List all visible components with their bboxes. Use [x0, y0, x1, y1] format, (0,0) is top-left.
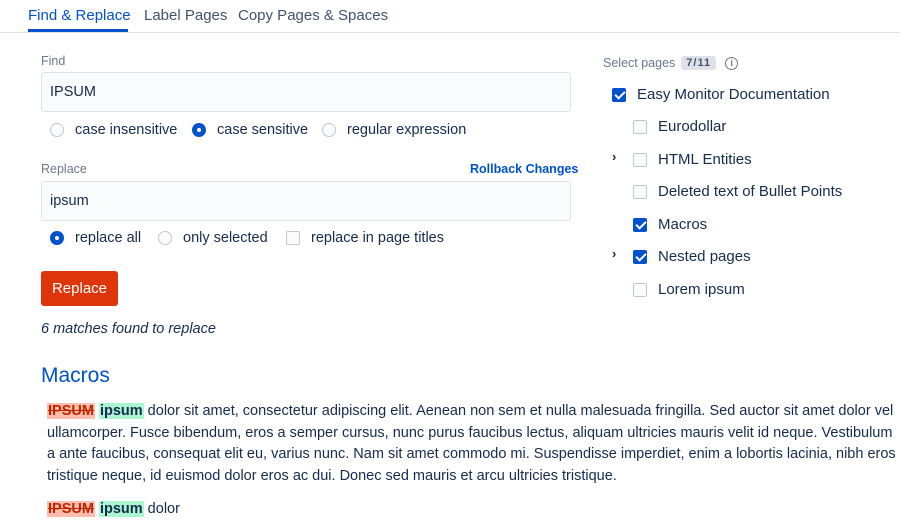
- tab-bar: Find & Replace Label Pages Copy Pages & …: [0, 0, 900, 33]
- replace-label: Replace: [41, 162, 87, 176]
- find-label: Find: [41, 54, 66, 68]
- radio-label: regular expression: [347, 122, 467, 138]
- rollback-changes-link[interactable]: Rollback Changes: [470, 162, 578, 176]
- page-label: Deleted text of Bullet Points: [658, 183, 843, 200]
- page-label: HTML Entities: [658, 151, 752, 168]
- page-item-easy-monitor-documentation[interactable]: Easy Monitor Documentation: [612, 86, 830, 103]
- checkbox-replace-in-page-titles[interactable]: replace in page titles: [286, 230, 444, 246]
- page-item-lorem-ipsum[interactable]: Lorem ipsum: [633, 281, 745, 298]
- selected-count-badge: 7/11: [681, 56, 717, 70]
- select-pages-header: Select pages 7/11 i: [603, 56, 739, 70]
- checkbox[interactable]: [633, 184, 647, 199]
- expand-chevron-icon[interactable]: ›: [612, 246, 616, 261]
- radio-button[interactable]: [322, 123, 336, 137]
- preview-section-title: Macros: [41, 364, 110, 387]
- checkbox-checked[interactable]: [612, 87, 626, 102]
- replace-input[interactable]: [41, 181, 571, 221]
- radio-case-insensitive[interactable]: case insensitive: [50, 122, 177, 138]
- page-label: Nested pages: [658, 248, 751, 265]
- preview-paragraph: IPSUM ipsum dolor sit amet, consectetur …: [47, 401, 897, 488]
- page-label: Easy Monitor Documentation: [637, 86, 830, 103]
- radio-button-selected[interactable]: [192, 123, 206, 137]
- page-item-macros[interactable]: Macros: [633, 216, 707, 233]
- radio-case-sensitive[interactable]: case sensitive: [192, 122, 308, 138]
- inserted-replacement: ipsum: [98, 403, 144, 419]
- preview-paragraph: IPSUM ipsum dolor: [47, 499, 180, 521]
- page-label: Eurodollar: [658, 118, 727, 135]
- radio-button-selected[interactable]: [50, 231, 64, 245]
- radio-label: only selected: [183, 230, 268, 246]
- radio-label: case insensitive: [75, 122, 178, 138]
- tab-find-replace[interactable]: Find & Replace: [28, 7, 131, 24]
- checkbox[interactable]: [286, 231, 300, 245]
- checkbox-label: replace in page titles: [311, 230, 444, 246]
- checkbox[interactable]: [633, 282, 647, 297]
- deleted-match: IPSUM: [47, 403, 95, 419]
- radio-only-selected[interactable]: only selected: [158, 230, 268, 246]
- deleted-match: IPSUM: [47, 501, 95, 517]
- page-label: Macros: [658, 216, 708, 233]
- active-tab-indicator: [28, 29, 128, 32]
- paragraph-text: dolor: [143, 501, 180, 517]
- radio-regular-expression[interactable]: regular expression: [322, 122, 466, 138]
- matches-status-text: 6 matches found to replace: [41, 321, 216, 337]
- page-item-nested-pages[interactable]: Nested pages: [633, 248, 751, 265]
- page-item-html-entities[interactable]: HTML Entities: [633, 151, 752, 168]
- tab-label-pages[interactable]: Label Pages: [144, 7, 227, 24]
- select-pages-title: Select pages: [603, 56, 676, 70]
- tab-copy-pages-spaces[interactable]: Copy Pages & Spaces: [238, 7, 388, 24]
- radio-button[interactable]: [158, 231, 172, 245]
- checkbox-checked[interactable]: [633, 249, 647, 264]
- page-item-eurodollar[interactable]: Eurodollar: [633, 118, 726, 135]
- paragraph-text: dolor sit amet, consectetur adipiscing e…: [47, 403, 896, 485]
- replace-button[interactable]: Replace: [41, 271, 118, 306]
- checkbox[interactable]: [633, 119, 647, 134]
- radio-replace-all[interactable]: replace all: [50, 230, 141, 246]
- find-input[interactable]: [41, 72, 571, 112]
- expand-chevron-icon[interactable]: ›: [612, 149, 616, 164]
- info-icon[interactable]: i: [725, 56, 739, 70]
- radio-label: case sensitive: [217, 122, 309, 138]
- page-item-deleted-text-of-bullet-points[interactable]: Deleted text of Bullet Points: [633, 183, 842, 200]
- checkbox[interactable]: [633, 152, 647, 167]
- radio-button[interactable]: [50, 123, 64, 137]
- checkbox-checked[interactable]: [633, 217, 647, 232]
- radio-label: replace all: [75, 230, 142, 246]
- inserted-replacement: ipsum: [98, 501, 144, 517]
- page-label: Lorem ipsum: [658, 281, 745, 298]
